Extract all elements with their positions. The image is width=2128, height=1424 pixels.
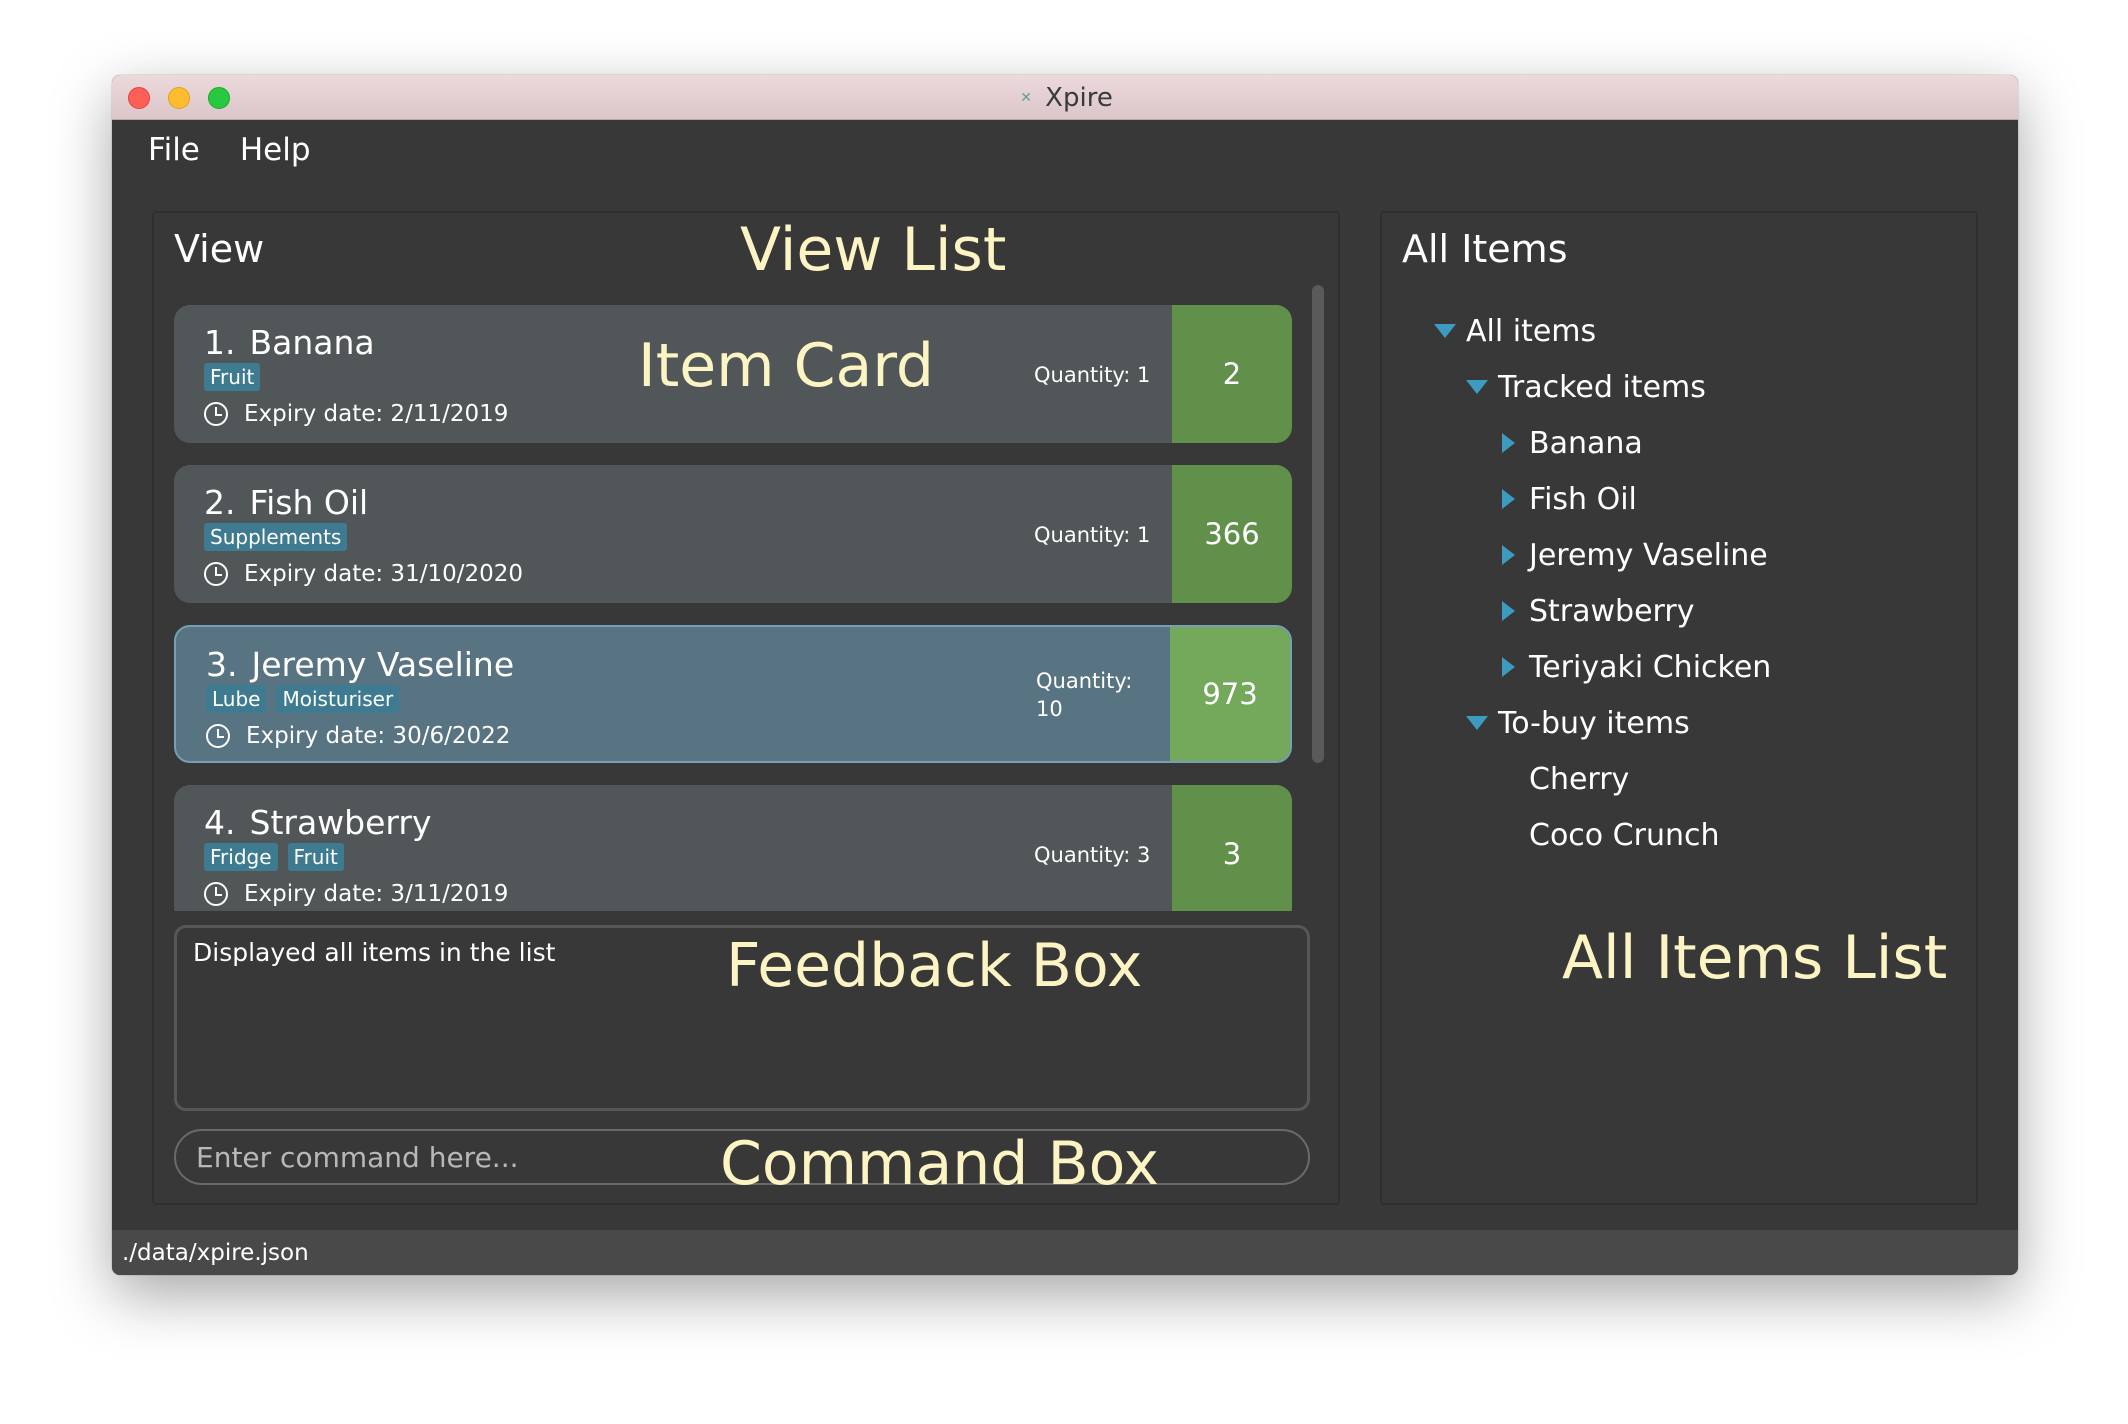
tree-node-label: Fish Oil (1529, 481, 1637, 517)
days-left-badge: 973 (1170, 627, 1290, 761)
tree-node-item[interactable]: Banana (1434, 415, 1771, 471)
item-name: 2. Fish Oil (204, 483, 368, 522)
item-name-text: Fish Oil (249, 483, 369, 522)
item-tags: Supplements (204, 523, 348, 551)
tree-node-item[interactable]: Coco Crunch (1434, 807, 1771, 863)
data-file-path: ./data/xpire.json (122, 1239, 309, 1266)
item-index: 2. (204, 483, 236, 522)
tag-badge: Fruit (287, 843, 344, 871)
days-left-badge: 366 (1172, 465, 1292, 603)
item-card[interactable]: 4. Strawberry Fridge Fruit Expiry date: 3… (174, 785, 1292, 911)
expand-arrow-icon[interactable] (1466, 380, 1488, 394)
item-quantity: Quantity: 10 (1036, 667, 1156, 723)
command-box-annotation: Command Box (720, 1129, 1159, 1199)
item-card-annotation: Item Card (638, 331, 935, 401)
item-name-text: Banana (249, 323, 375, 362)
tree-node-tracked-items[interactable]: Tracked items (1434, 359, 1771, 415)
tag-badge: Fridge (204, 843, 278, 871)
all-items-panel: All Items All items Tracked items Banana… (1380, 211, 1978, 1205)
expiry-date: Expiry date: 3/11/2019 (244, 881, 509, 907)
item-index: 1. (204, 323, 236, 362)
clock-icon (204, 402, 228, 426)
all-items-tree: All items Tracked items Banana Fish Oil … (1434, 303, 1771, 863)
menu-file[interactable]: File (148, 132, 200, 168)
item-tags: Fridge Fruit (204, 843, 344, 871)
tree-node-label: Cherry (1529, 761, 1630, 797)
xpire-logo-icon: ✕ (1020, 89, 1033, 106)
collapsed-arrow-icon[interactable] (1502, 657, 1515, 677)
expiry-row: Expiry date: 3/11/2019 (204, 881, 508, 907)
menu-bar: File Help (112, 121, 2018, 179)
item-quantity: Quantity: 1 (1034, 523, 1151, 547)
tree-node-item[interactable]: Cherry (1434, 751, 1771, 807)
item-tags: Lube Moisturiser (206, 685, 400, 713)
tree-node-label: All items (1466, 313, 1597, 349)
item-tags: Fruit (204, 363, 261, 391)
item-name-text: Jeremy Vaseline (251, 645, 515, 684)
item-quantity: Quantity: 3 (1034, 843, 1151, 867)
days-left-badge: 3 (1172, 785, 1292, 911)
item-card-selected[interactable]: 3. Jeremy Vaseline Lube Moisturiser Expir… (174, 625, 1292, 763)
expand-arrow-icon[interactable] (1466, 716, 1488, 730)
tag-badge: Lube (206, 685, 267, 713)
item-name-text: Strawberry (249, 803, 432, 842)
tree-node-label: Teriyaki Chicken (1529, 649, 1772, 685)
feedback-box-annotation: Feedback Box (726, 931, 1143, 1001)
tree-node-item[interactable]: Fish Oil (1434, 471, 1771, 527)
tree-node-label: Strawberry (1529, 593, 1695, 629)
status-bar: ./data/xpire.json (112, 1230, 2018, 1275)
quantity-label: Quantity: (1036, 669, 1133, 693)
quantity-value: 10 (1036, 697, 1063, 721)
item-name: 1. Banana (204, 323, 375, 362)
window-title-group: ✕ Xpire (112, 75, 2018, 120)
tag-badge: Fruit (204, 363, 261, 391)
tree-node-item[interactable]: Teriyaki Chicken (1434, 639, 1771, 695)
collapsed-arrow-icon[interactable] (1502, 601, 1515, 621)
view-list-annotation: View List (740, 215, 1007, 285)
expiry-date: Expiry date: 2/11/2019 (244, 401, 509, 427)
list-scrollbar[interactable] (1312, 285, 1324, 763)
view-panel-title: View (174, 227, 265, 271)
expiry-row: Expiry date: 31/10/2020 (204, 561, 523, 587)
menu-help[interactable]: Help (240, 132, 311, 168)
collapsed-arrow-icon[interactable] (1502, 433, 1515, 453)
tree-node-to-buy-items[interactable]: To-buy items (1434, 695, 1771, 751)
tree-node-item[interactable]: Strawberry (1434, 583, 1771, 639)
item-name: 4. Strawberry (204, 803, 432, 842)
clock-icon (204, 562, 228, 586)
item-list[interactable]: 1. Banana Fruit Expiry date: 2/11/2019 Qu… (174, 305, 1298, 911)
item-index: 3. (206, 645, 238, 684)
expiry-date: Expiry date: 31/10/2020 (244, 561, 523, 587)
collapsed-arrow-icon[interactable] (1502, 545, 1515, 565)
item-name: 3. Jeremy Vaseline (206, 645, 514, 684)
all-items-title: All Items (1402, 227, 1568, 271)
item-index: 4. (204, 803, 236, 842)
tree-node-all-items[interactable]: All items (1434, 303, 1771, 359)
clock-icon (204, 882, 228, 906)
item-card[interactable]: 2. Fish Oil Supplements Expiry date: 31/1… (174, 465, 1292, 603)
tree-node-item[interactable]: Jeremy Vaseline (1434, 527, 1771, 583)
tag-badge: Moisturiser (276, 685, 400, 713)
all-items-list-annotation: All Items List (1562, 923, 1948, 993)
tree-node-label: Tracked items (1498, 369, 1706, 405)
tree-node-label: Coco Crunch (1529, 817, 1720, 853)
item-quantity: Quantity: 1 (1034, 363, 1151, 387)
feedback-text: Displayed all items in the list (193, 938, 556, 967)
tree-node-label: To-buy items (1498, 705, 1690, 741)
tree-node-label: Banana (1529, 425, 1643, 461)
expiry-row: Expiry date: 30/6/2022 (206, 723, 510, 749)
collapsed-arrow-icon[interactable] (1502, 489, 1515, 509)
window-title: Xpire (1045, 82, 1113, 113)
expand-arrow-icon[interactable] (1434, 324, 1456, 338)
view-panel: View View List 1. Banana Fruit Expiry dat… (152, 211, 1340, 1205)
expiry-date: Expiry date: 30/6/2022 (246, 723, 511, 749)
title-bar: ✕ Xpire (112, 75, 2018, 120)
clock-icon (206, 724, 230, 748)
app-window: ✕ Xpire File Help View View List 1. Banan… (112, 75, 2018, 1275)
days-left-badge: 2 (1172, 305, 1292, 443)
tree-node-label: Jeremy Vaseline (1529, 537, 1768, 573)
tag-badge: Supplements (204, 523, 348, 551)
expiry-row: Expiry date: 2/11/2019 (204, 401, 508, 427)
